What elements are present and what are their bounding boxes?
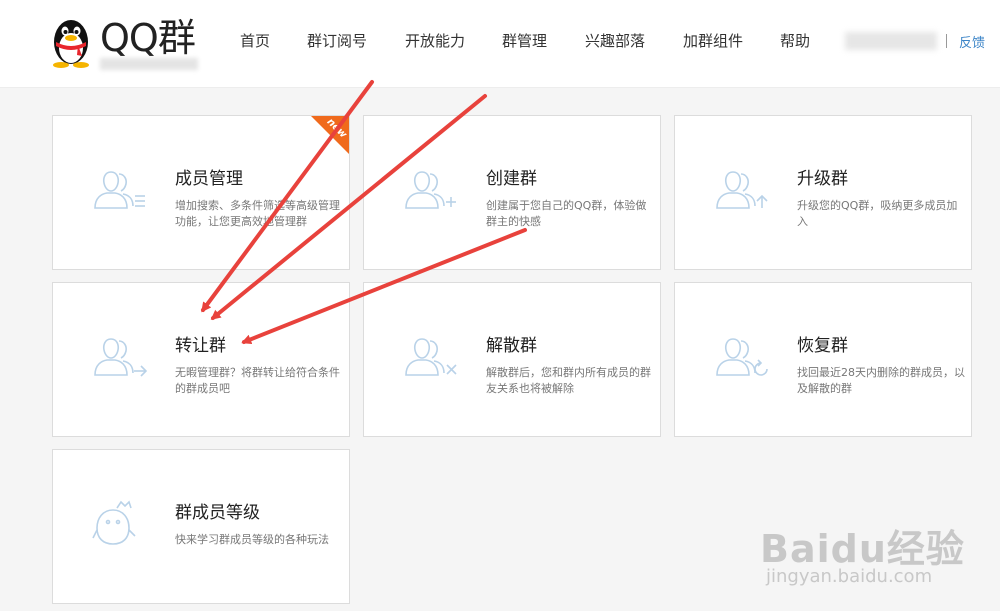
baidu-jingyan-watermark: Baidu经验 jingyan.baidu.com [760, 500, 990, 600]
user-name-blurred[interactable] [845, 32, 937, 50]
card-upgrade-group[interactable]: 升级群 升级您的QQ群，吸纳更多成员加入 [674, 115, 972, 270]
card-member-level[interactable]: 群成员等级 快来学习群成员等级的各种玩法 [52, 449, 350, 604]
card-description: 找回最近28天内删除的群成员，以及解散的群 [797, 366, 965, 395]
nav-item-group-subscriptions[interactable]: 群订阅号 [307, 30, 367, 51]
nav-item-help[interactable]: 帮助 [780, 30, 810, 51]
dissolve-group-icon [405, 338, 457, 376]
nav-item-home[interactable]: 首页 [240, 30, 270, 51]
card-title: 升级群 [797, 169, 848, 189]
restore-group-icon [716, 338, 768, 376]
nav-item-open-capabilities[interactable]: 开放能力 [405, 30, 465, 51]
card-description: 增加搜索、多条件筛选等高级管理功能，让您更高效地管理群 [175, 199, 340, 228]
transfer-group-icon [94, 338, 147, 377]
card-title: 解散群 [486, 336, 537, 356]
nav-item-group-management[interactable]: 群管理 [502, 30, 547, 51]
card-title: 创建群 [486, 169, 537, 189]
qq-group-logo[interactable]: QQ群 [48, 14, 198, 70]
card-create-group[interactable]: 创建群 创建属于您自己的QQ群，体验做群主的快感 [363, 115, 661, 270]
card-title: 群成员等级 [175, 503, 260, 523]
card-restore-group[interactable]: 恢复群 找回最近28天内删除的群成员，以及解散的群 [674, 282, 972, 437]
card-member-management[interactable]: 成员管理 增加搜索、多条件筛选等高级管理功能，让您更高效地管理群 new [52, 115, 350, 270]
watermark-brand: Baidu经验 [760, 527, 965, 571]
feedback-link[interactable]: 反馈 [959, 32, 985, 51]
card-description: 解散群后，您和群内所有成员的群友关系也将被解除 [486, 366, 651, 395]
card-transfer-group[interactable]: 转让群 无暇管理群？将群转让给符合条件的群成员吧 [52, 282, 350, 437]
card-title: 转让群 [175, 336, 226, 356]
top-header: QQ群 首页 群订阅号 开放能力 群管理 兴趣部落 加群组件 帮助 反馈 [0, 0, 1000, 88]
card-description: 快来学习群成员等级的各种玩法 [175, 533, 329, 546]
logo-text: QQ群 [100, 16, 196, 60]
logo-subtitle-blurred [100, 58, 198, 70]
upgrade-group-icon [716, 171, 768, 209]
members-list-icon [94, 171, 145, 209]
card-dissolve-group[interactable]: 解散群 解散群后，您和群内所有成员的群友关系也将被解除 [363, 282, 661, 437]
card-description: 无暇管理群？将群转让给符合条件的群成员吧 [175, 366, 340, 395]
card-description: 升级您的QQ群，吸纳更多成员加入 [797, 199, 958, 228]
watermark-url: jingyan.baidu.com [766, 566, 933, 587]
card-description: 创建属于您自己的QQ群，体验做群主的快感 [486, 199, 647, 228]
card-title: 成员管理 [175, 169, 243, 189]
nav-item-join-widget[interactable]: 加群组件 [683, 30, 743, 51]
card-title: 恢复群 [797, 336, 848, 356]
nav-divider [946, 34, 947, 48]
add-user-icon [405, 171, 456, 209]
new-badge: new [310, 116, 349, 155]
qq-penguin-icon [53, 20, 89, 68]
penguin-level-icon [92, 500, 136, 545]
nav-item-interest-tribes[interactable]: 兴趣部落 [585, 30, 645, 51]
